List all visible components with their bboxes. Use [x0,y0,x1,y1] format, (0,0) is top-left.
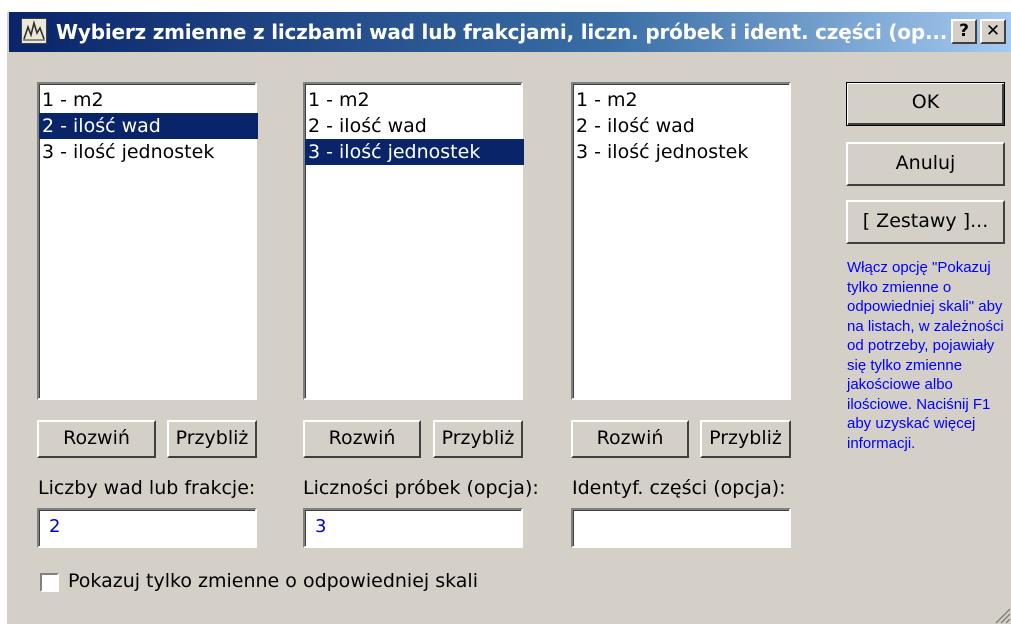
sample-size-variable-list[interactable]: 1 - m2 2 - ilość wad 3 - ilość jednostek [303,82,524,400]
part-id-variable-field[interactable] [571,508,791,548]
list-item-selected[interactable]: 2 - ilość wad [39,113,258,139]
sample-size-field-label: Liczności próbek (opcja): [303,477,539,499]
ok-button[interactable]: OK [846,82,1005,126]
title-bar[interactable]: Wybierz zmienne z liczbami wad lub frakc… [9,12,1011,52]
list-item[interactable]: 3 - ilość jednostek [39,139,255,165]
part-id-field-label: Identyf. części (opcja): [572,477,786,499]
window-title: Wybierz zmienne z liczbami wad lub frakc… [56,20,948,44]
expand-button-1[interactable]: Rozwiń [37,420,156,458]
list-item[interactable]: 1 - m2 [573,87,789,113]
close-button[interactable]: ✕ [980,19,1006,44]
zoom-button-3[interactable]: Przybliż [700,420,791,458]
list-item[interactable]: 3 - ilość jednostek [573,139,789,165]
resize-grip-icon[interactable] [993,606,1011,624]
list-item[interactable]: 2 - ilość wad [305,113,521,139]
list-item[interactable]: 1 - m2 [39,87,255,113]
list-item[interactable]: 1 - m2 [305,87,521,113]
app-chart-icon [21,18,47,44]
zoom-button-1[interactable]: Przybliż [167,420,257,458]
help-button[interactable]: ? [951,19,977,44]
list-item-selected[interactable]: 3 - ilość jednostek [305,139,524,165]
zoom-button-2[interactable]: Przybliż [433,420,523,458]
sets-button[interactable]: [ Zestawy ]... [846,200,1005,244]
show-matching-scale-label: Pokazuj tylko zmienne o odpowiedniej ska… [68,570,478,592]
expand-button-2[interactable]: Rozwiń [303,420,421,458]
show-matching-scale-checkbox[interactable] [40,573,59,592]
defects-field-label: Liczby wad lub frakcje: [38,477,256,499]
hint-text: Włącz opcję "Pokazuj tylko zmienne o odp… [847,259,1004,452]
cancel-button[interactable]: Anuluj [846,142,1005,186]
list-item[interactable]: 2 - ilość wad [573,113,789,139]
sample-size-variable-field[interactable]: 3 [303,508,523,548]
defects-variable-list[interactable]: 1 - m2 2 - ilość wad 3 - ilość jednostek [37,82,258,400]
defects-variable-field[interactable]: 2 [37,508,257,548]
expand-button-3[interactable]: Rozwiń [571,420,689,458]
part-id-variable-list[interactable]: 1 - m2 2 - ilość wad 3 - ilość jednostek [571,82,791,400]
